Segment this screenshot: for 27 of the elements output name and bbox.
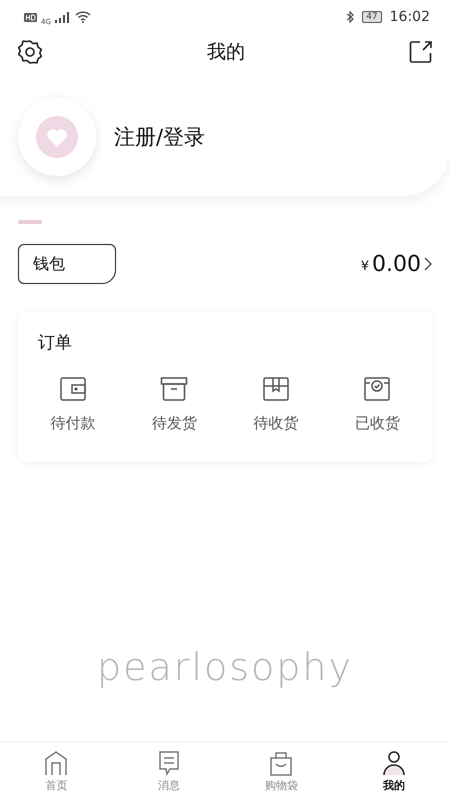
settings-button[interactable] [17,39,43,65]
tab-item[interactable]: 我的 [338,742,450,800]
orders-title: 订单 [37,332,73,354]
order-status-button[interactable]: 已收货 [326,376,428,433]
login-link[interactable]: 注册/登录 [114,123,206,151]
share-button[interactable] [409,40,433,64]
order-status-button[interactable]: 待收货 [225,376,326,433]
tab-item[interactable]: 消息 [112,742,225,800]
bluetooth-icon [346,11,354,23]
tab-item[interactable]: 首页 [0,742,112,800]
wallet-icon [58,376,87,402]
wallet-tab[interactable]: 钱包 [18,244,116,284]
order-status-button[interactable]: 待付款 [22,376,124,433]
order-status-button[interactable]: 待发货 [124,376,225,433]
signal-icon [54,12,71,22]
status-time: 16:02 [390,9,430,25]
wifi-icon [74,11,91,23]
box-icon [160,376,188,402]
page-title: 我的 [207,40,245,65]
battery-level: 47 [362,11,382,23]
balance-link[interactable]: ¥0.00 [360,252,432,276]
hd-icon [24,12,37,22]
check-box-icon [363,376,392,402]
tab-item[interactable]: 购物袋 [225,742,338,800]
brand-logo: pearlosophy [97,645,353,689]
package-icon [262,376,290,402]
chevron-icon [424,257,432,271]
